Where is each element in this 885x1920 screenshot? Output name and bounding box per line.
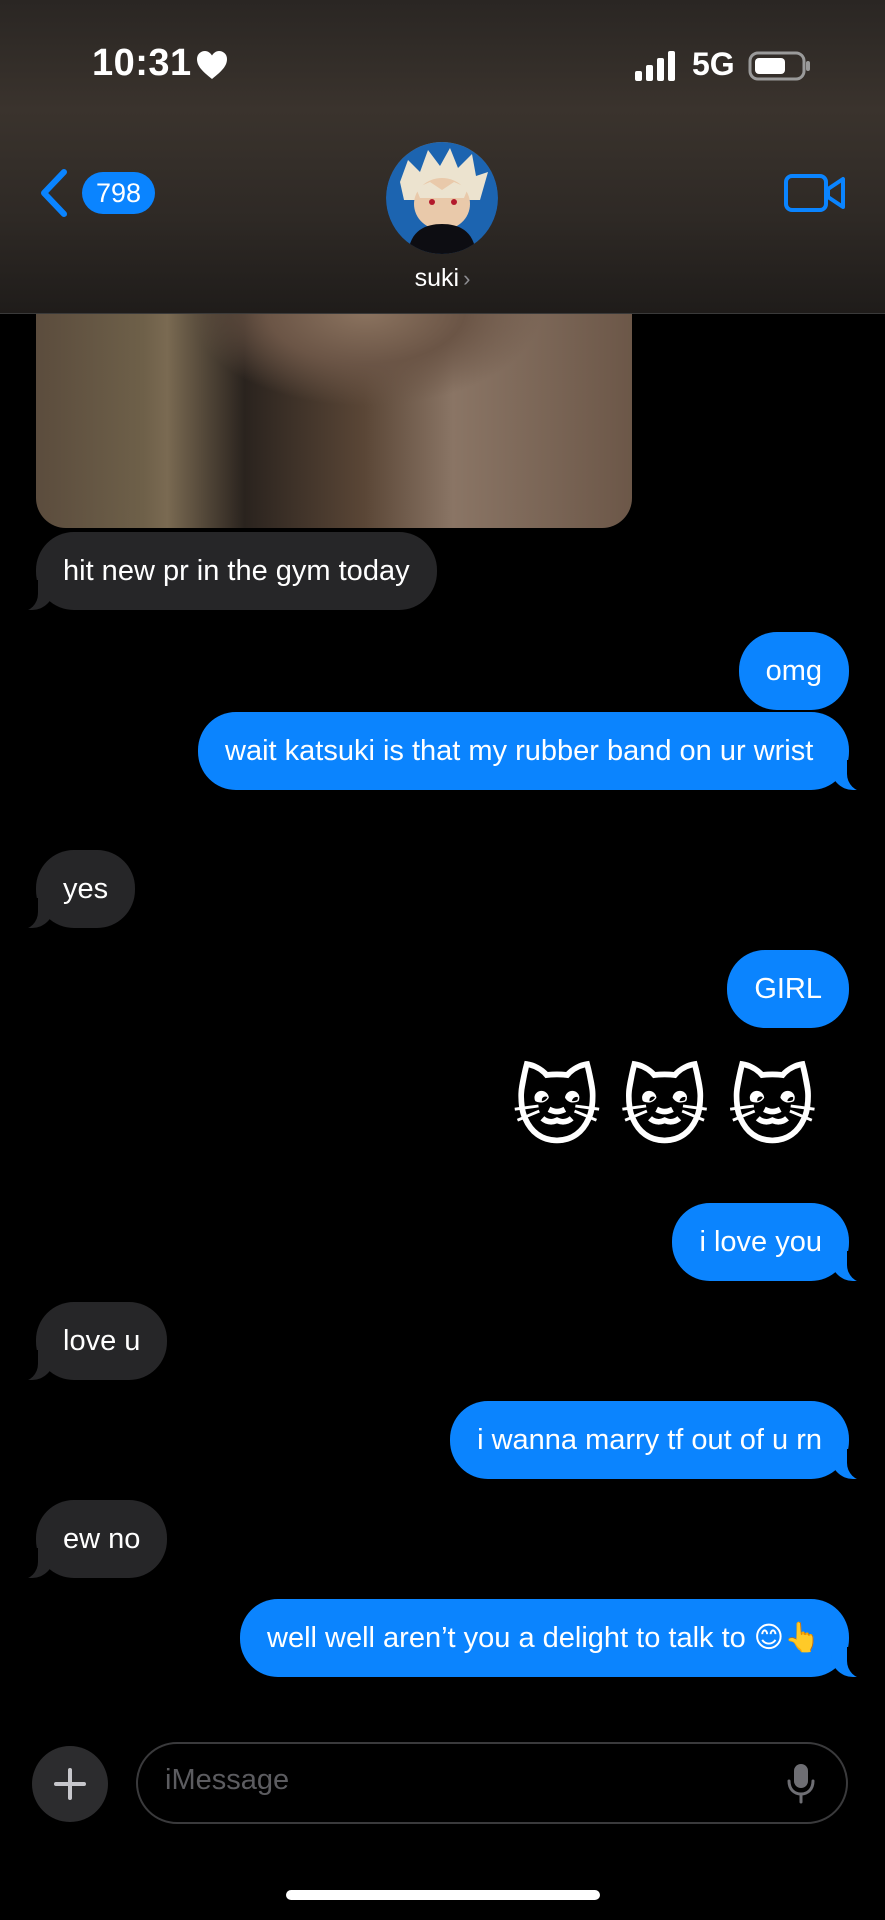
battery-icon: [748, 51, 810, 81]
conversation-header: 10:31 5G 798 suki ›: [0, 0, 885, 314]
plus-icon: [54, 1768, 86, 1800]
home-indicator[interactable]: [286, 1890, 600, 1900]
microphone-icon[interactable]: [786, 1762, 816, 1804]
message-bubble-outgoing[interactable]: i wanna marry tf out of u rn: [450, 1401, 871, 1481]
avatar[interactable]: [386, 142, 498, 254]
message-bubble-outgoing[interactable]: GIRL: [727, 950, 849, 1028]
photo-attachment[interactable]: [36, 300, 632, 528]
message-bubble-outgoing[interactable]: i love you: [672, 1203, 871, 1283]
unread-badge[interactable]: 798: [82, 172, 156, 214]
video-call-icon[interactable]: [784, 172, 846, 214]
contact-name[interactable]: suki ›: [0, 264, 885, 293]
message-bubble-incoming[interactable]: ew no: [13, 1500, 168, 1580]
message-bubble-incoming[interactable]: love u: [13, 1302, 168, 1382]
status-time: 10:31: [92, 42, 192, 84]
chevron-right-icon: ›: [463, 266, 471, 291]
emoji-message[interactable]: 🐱🐱🐱: [512, 1058, 835, 1158]
message-bubble-incoming[interactable]: hit new pr in the gym today: [14, 532, 437, 612]
message-bubble-outgoing[interactable]: wait katsuki is that my rubber band on u…: [198, 712, 871, 792]
message-bubble-outgoing[interactable]: well well aren’t you a delight to talk t…: [240, 1599, 871, 1679]
heart-icon: [197, 51, 227, 79]
message-input-placeholder: iMessage: [165, 1764, 290, 1796]
message-bubble-outgoing[interactable]: omg: [738, 632, 849, 710]
network-type: 5G: [692, 46, 735, 82]
back-chevron-icon[interactable]: [34, 168, 74, 218]
signal-icon: [635, 51, 675, 81]
add-attachment-button[interactable]: [32, 1746, 108, 1822]
message-bubble-incoming[interactable]: yes: [13, 850, 136, 930]
